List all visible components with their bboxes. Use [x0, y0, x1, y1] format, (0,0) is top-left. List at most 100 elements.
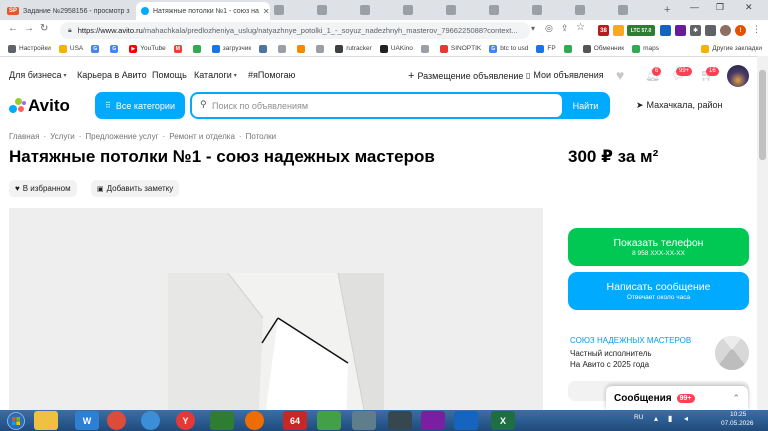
avito-logo[interactable]: Avito [9, 96, 70, 116]
bookmark-item[interactable] [259, 44, 270, 53]
side-panel-icon[interactable] [705, 25, 716, 36]
my-ads-link[interactable]: ▯ Мои объявления [526, 70, 604, 80]
nav-career[interactable]: Карьера в Авито [77, 70, 147, 80]
share-icon[interactable]: ⇪ [561, 23, 569, 34]
breadcrumb-item[interactable]: Услуги [50, 132, 75, 141]
tab-favicon-icon[interactable] [489, 5, 499, 15]
new-tab-icon[interactable]: + [664, 4, 670, 16]
bookmark-item[interactable]: UAKino [379, 44, 413, 53]
tray-arrow-icon[interactable]: ▴ [654, 414, 658, 423]
breadcrumb-item[interactable]: Потолки [246, 132, 277, 141]
bookmark-item[interactable]: USA [58, 44, 83, 53]
language-indicator[interactable]: RU [634, 414, 643, 421]
terminal-icon[interactable] [210, 411, 234, 430]
ltc-price-extension-icon[interactable]: LTC 57.0 [627, 25, 655, 36]
tab-favicon-icon[interactable] [360, 5, 370, 15]
app-w-icon[interactable]: W [75, 411, 99, 430]
winamp-icon[interactable] [388, 411, 412, 430]
tab-task[interactable]: SP Задание №2958156 - просмотр з ✕ [2, 2, 134, 20]
tab-favicon-icon[interactable] [446, 5, 456, 15]
calc-icon[interactable] [352, 411, 376, 430]
bookmark-item[interactable]: G [91, 44, 102, 53]
nav-business[interactable]: Для бизнеса ▾ [9, 70, 67, 80]
app-icon[interactable] [421, 411, 445, 430]
bookmark-item[interactable]: загрузчик [211, 44, 251, 53]
search-button[interactable]: Найти [563, 94, 608, 117]
dropdown-icon[interactable]: ▾ [531, 24, 535, 33]
show-phone-button[interactable]: Показать телефон 8 958 XXX-XX-XX [568, 228, 749, 266]
extension-icon[interactable]: 38 [598, 25, 609, 36]
tab-favicon-icon[interactable] [403, 5, 413, 15]
bookmark-item[interactable]: maps [632, 44, 659, 53]
bookmark-item[interactable]: FP [536, 44, 556, 53]
bookmark-item[interactable]: ▶ YouTube [129, 44, 166, 53]
reload-icon[interactable]: ↻ [40, 23, 48, 34]
post-ad-link[interactable]: + Размещение объявление [408, 70, 523, 82]
bookmark-item[interactable]: rutracker [335, 44, 372, 53]
url-bar[interactable]: 🔒︎ https://www.avito.ru/mahachkala/predl… [60, 22, 530, 39]
nav-hashtag[interactable]: #яПомогаю [248, 70, 295, 80]
extension-icon[interactable] [675, 25, 686, 36]
clock-date[interactable]: 07.05.2026 [721, 420, 754, 427]
globe-icon[interactable] [141, 411, 160, 430]
tab-favicon-icon[interactable] [575, 5, 585, 15]
favorite-button[interactable]: ♥ В избранном [9, 180, 77, 197]
yandex-icon[interactable]: Y [176, 411, 195, 430]
excel-icon[interactable]: X [491, 411, 515, 430]
location-selector[interactable]: ➤ Махачкала, район [636, 100, 722, 111]
nav-catalogs[interactable]: Каталоги ▾ [194, 70, 237, 80]
bookmark-item[interactable] [316, 44, 327, 53]
bookmark-item-other[interactable]: Другие закладки [701, 44, 762, 53]
search-input[interactable] [192, 94, 562, 117]
write-message-button[interactable]: Написать сообщение Отвечает около часа [568, 272, 749, 310]
tab-avito[interactable]: Натяжные потолки №1 - союз на ✕ [136, 2, 270, 20]
extension-icon[interactable] [660, 25, 671, 36]
bookmark-item[interactable]: Обменник [582, 44, 624, 53]
profile-avatar-icon[interactable] [720, 25, 731, 36]
tab-favicon-icon[interactable] [274, 5, 284, 15]
app-64-icon[interactable]: 64 [283, 411, 307, 430]
chevron-up-icon[interactable]: ⌃ [732, 393, 740, 404]
tab-favicon-icon[interactable] [618, 5, 628, 15]
extensions-puzzle-icon[interactable]: ✱ [690, 25, 701, 36]
add-note-button[interactable]: ▣ Добавить заметку [91, 180, 180, 197]
bookmark-item[interactable]: Gbtc to usd [489, 44, 528, 53]
explorer-icon[interactable] [34, 411, 58, 430]
bookmark-item[interactable] [278, 44, 289, 53]
maximize-icon[interactable]: ❐ [716, 2, 724, 13]
favorites-heart-icon[interactable]: ♥ [616, 67, 624, 83]
breadcrumb-item[interactable]: Предложение услуг [85, 132, 158, 141]
tab-favicon-icon[interactable] [317, 5, 327, 15]
user-avatar[interactable] [727, 65, 749, 87]
minimize-icon[interactable]: — [690, 2, 699, 12]
bookmark-star-icon[interactable]: ☆ [576, 22, 585, 33]
update-icon[interactable]: ! [735, 25, 746, 36]
bookmark-item[interactable] [192, 44, 204, 53]
bookmark-item[interactable]: M [173, 44, 185, 53]
breadcrumb-item[interactable]: Ремонт и отделка [169, 132, 235, 141]
listing-photo[interactable] [168, 273, 384, 431]
bookmark-item[interactable] [297, 44, 308, 53]
seller-name-link[interactable]: СОЮЗ НАДЕЖНЫХ МАСТЕРОВ [570, 336, 691, 345]
tab-favicon-icon[interactable] [532, 5, 542, 15]
bookmark-item[interactable]: SINOPTIK [439, 44, 481, 53]
back-icon[interactable]: ← [8, 23, 18, 34]
extension-icon[interactable] [613, 25, 624, 36]
messages-popup[interactable]: Сообщения 99+ ⌃ [606, 386, 748, 410]
google-lens-icon[interactable]: ◎ [545, 23, 553, 34]
seller-avatar[interactable] [715, 336, 749, 370]
chrome-icon[interactable] [107, 411, 126, 430]
close-icon[interactable]: ✕ [130, 7, 135, 16]
volume-icon[interactable]: ◂ [684, 414, 688, 423]
bookmark-item[interactable]: Настройки [8, 44, 51, 53]
close-icon[interactable]: ✕ [259, 7, 270, 16]
breadcrumb-item[interactable]: Главная [9, 132, 39, 141]
player-icon[interactable] [245, 411, 264, 430]
forward-icon[interactable]: → [24, 23, 34, 34]
window-close-icon[interactable]: ✕ [745, 2, 753, 13]
network-icon[interactable]: ▮ [668, 414, 672, 423]
start-button[interactable] [5, 410, 27, 431]
menu-kebab-icon[interactable]: ⋮ [752, 24, 761, 35]
nav-help[interactable]: Помощь [152, 70, 187, 80]
all-categories-button[interactable]: ⠿ Все категории [95, 92, 185, 119]
